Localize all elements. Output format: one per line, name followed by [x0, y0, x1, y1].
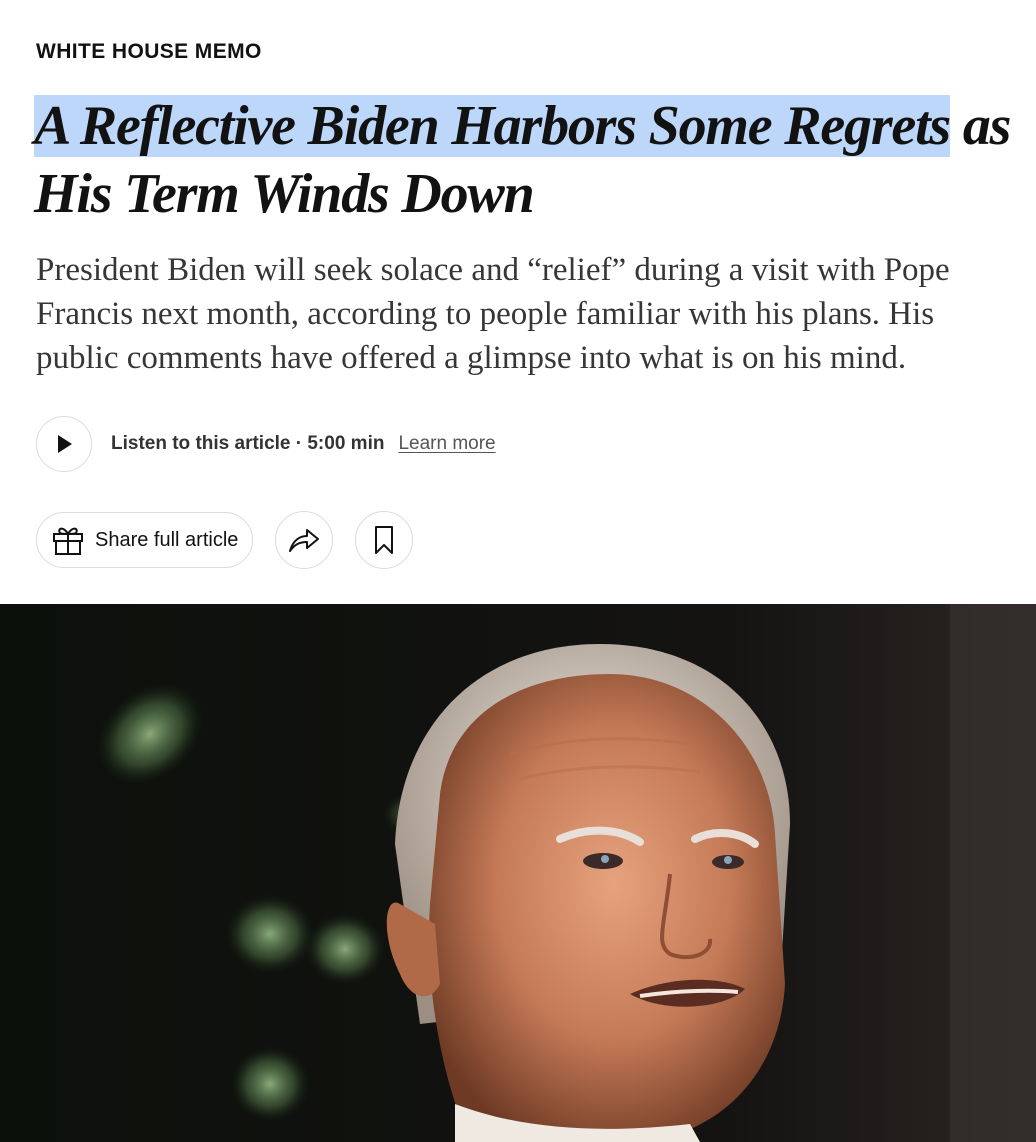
audio-player-row: Listen to this article · 5:00 min Learn …	[36, 416, 496, 472]
share-arrow-icon	[289, 529, 320, 552]
play-icon	[58, 435, 72, 453]
article-headline: A Reflective Biden Harbors Some Regrets …	[34, 92, 1024, 228]
gift-icon	[53, 527, 83, 555]
share-full-article-label: Share full article	[95, 528, 239, 551]
listen-label[interactable]: Listen to this article · 5:00 min	[111, 433, 384, 455]
article-summary: President Biden will seek solace and “re…	[36, 252, 950, 376]
share-actions: Share full article	[36, 511, 414, 569]
share-button[interactable]	[275, 511, 334, 569]
bookmark-icon	[375, 526, 394, 554]
section-kicker[interactable]: WHITE HOUSE MEMO	[36, 40, 262, 64]
bookmark-button[interactable]	[355, 511, 414, 569]
article-lead-photo	[0, 604, 1036, 1142]
play-button[interactable]	[36, 416, 92, 472]
learn-more-link[interactable]: Learn more	[398, 433, 495, 455]
headline-selected-text[interactable]: A Reflective Biden Harbors Some Regrets	[34, 95, 951, 157]
share-full-article-button[interactable]: Share full article	[36, 512, 254, 568]
